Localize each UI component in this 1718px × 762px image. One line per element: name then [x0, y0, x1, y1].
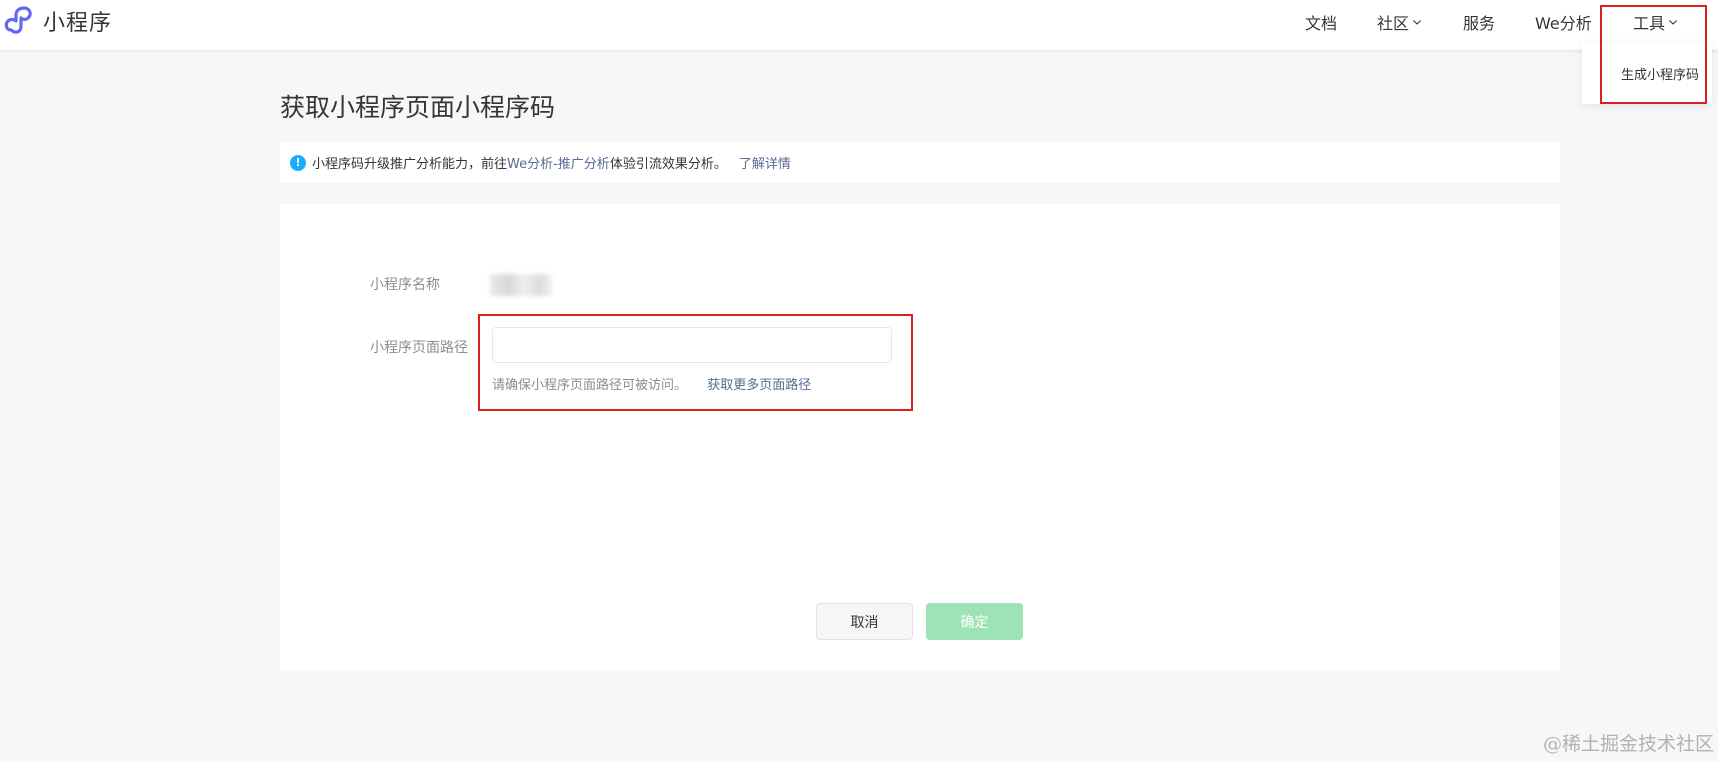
menu-item-generate-code[interactable]: 生成小程序码	[1621, 64, 1699, 83]
page-path-input[interactable]	[492, 327, 892, 363]
chevron-down-icon	[1669, 20, 1677, 25]
tools-dropdown-menu: 生成小程序码	[1582, 42, 1712, 104]
info-icon: !	[290, 154, 306, 171]
mini-program-logo-icon	[4, 6, 32, 34]
nav-tools-label: 工具	[1633, 14, 1666, 33]
learn-more-link[interactable]: 了解详情	[739, 153, 791, 172]
nav-we-analysis[interactable]: We分析	[1535, 0, 1592, 44]
nav-we-analysis-label: We分析	[1535, 14, 1592, 33]
name-label: 小程序名称	[370, 277, 440, 293]
nav-community-label: 社区	[1377, 14, 1410, 33]
notice-text-before: 小程序码升级推广分析能力，前往	[312, 157, 508, 172]
cancel-button[interactable]: 取消	[816, 603, 913, 640]
path-help-text: 请确保小程序页面路径可被访问。	[492, 378, 688, 393]
brand[interactable]: 小程序	[2, 4, 112, 38]
nav-docs-label: 文档	[1305, 14, 1338, 33]
confirm-button[interactable]: 确定	[926, 603, 1023, 640]
more-paths-link[interactable]: 获取更多页面路径	[707, 378, 811, 393]
nav-community[interactable]: 社区	[1377, 0, 1422, 44]
nav-service[interactable]: 服务	[1463, 0, 1495, 44]
notice-text-after: 体验引流效果分析。	[609, 157, 727, 172]
top-navigation-bar: 小程序 文档 社区 服务 We分析 工具	[0, 0, 1718, 51]
notice-bar: ! 小程序码升级推广分析能力，前往 We分析-推广分析 体验引流效果分析。 了解…	[280, 142, 1560, 183]
chevron-down-icon	[1413, 20, 1421, 25]
watermark: @稀土掘金技术社区	[1542, 733, 1714, 755]
page-title: 获取小程序页面小程序码	[280, 93, 556, 122]
brand-name: 小程序	[43, 11, 113, 36]
path-help: 请确保小程序页面路径可被访问。 获取更多页面路径	[492, 374, 811, 393]
nav-tools[interactable]: 工具	[1633, 0, 1678, 44]
form-panel	[280, 204, 1560, 670]
name-value-blurred	[490, 274, 552, 296]
nav-docs[interactable]: 文档	[1305, 0, 1337, 44]
we-analysis-link[interactable]: We分析-推广分析	[507, 153, 610, 172]
nav-service-label: 服务	[1463, 14, 1496, 33]
path-label: 小程序页面路径	[370, 340, 468, 356]
